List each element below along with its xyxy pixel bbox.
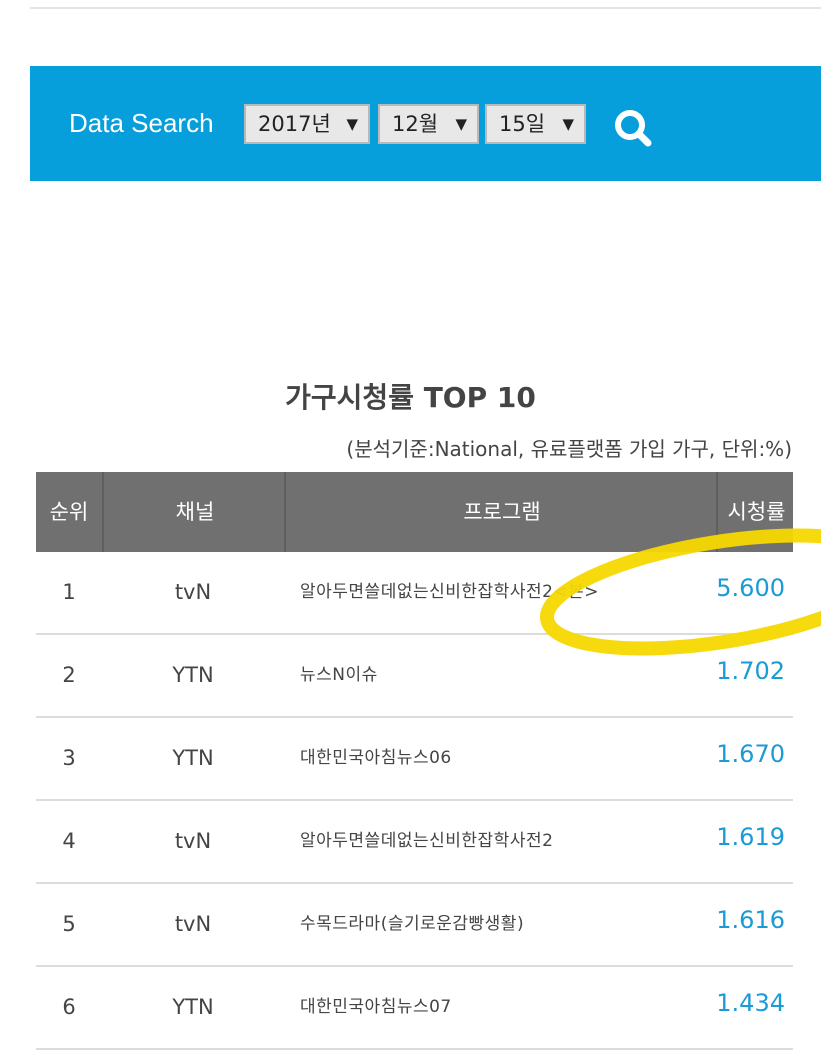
ratings-table: 순위 채널 프로그램 시청률 1 tvN 알아두면쓸데없는신비한잡학사전2<본>… — [36, 472, 793, 1050]
channel-cell: YTN — [172, 995, 214, 1019]
month-select[interactable]: 12월 ▼ — [378, 104, 479, 144]
header-rating: 시청률 — [716, 472, 795, 552]
rank-cell: 6 — [62, 995, 76, 1019]
rank-cell: 3 — [62, 746, 76, 770]
table-row: 5 tvN 수목드라마(슬기로운감빵생활) 1.616 — [36, 884, 793, 967]
rank-cell: 2 — [62, 663, 76, 687]
analysis-criteria-note: (분석기준:National, 유료플랫폼 가입 가구, 단위:%) — [346, 437, 792, 461]
header-rank: 순위 — [49, 500, 89, 524]
table-row: 1 tvN 알아두면쓸데없는신비한잡학사전2<본> 5.600 — [36, 552, 793, 635]
rating-cell: 1.670 — [716, 740, 785, 768]
table-header: 순위 채널 프로그램 시청률 — [36, 472, 793, 552]
rank-cell: 5 — [62, 912, 76, 936]
top-divider — [30, 7, 821, 9]
table-row: 6 YTN 대한민국아침뉴스07 1.434 — [36, 967, 793, 1050]
rank-cell: 1 — [62, 580, 76, 604]
chevron-down-icon: ▼ — [346, 115, 358, 133]
channel-cell: tvN — [174, 580, 212, 604]
channel-cell: tvN — [174, 829, 212, 853]
channel-cell: YTN — [172, 663, 214, 687]
day-select[interactable]: 15일 ▼ — [485, 104, 586, 144]
rating-cell: 1.616 — [716, 906, 785, 934]
header-program: 프로그램 — [284, 472, 718, 552]
search-icon — [615, 110, 652, 147]
program-cell: 알아두면쓸데없는신비한잡학사전2 — [300, 831, 554, 851]
header-channel: 채널 — [102, 472, 286, 552]
program-cell: 수목드라마(슬기로운감빵생활) — [300, 914, 525, 934]
program-cell: 대한민국아침뉴스06 — [300, 748, 452, 768]
day-select-value: 15일 — [499, 112, 546, 136]
program-cell: 뉴스N이슈 — [300, 665, 378, 685]
data-search-bar: Data Search 2017년 ▼ 12월 ▼ 15일 ▼ — [30, 66, 821, 181]
rating-cell: 1.434 — [716, 989, 785, 1017]
search-button[interactable] — [610, 108, 658, 148]
program-cell: 알아두면쓸데없는신비한잡학사전2<본> — [300, 582, 600, 602]
rating-cell: 1.702 — [716, 657, 785, 685]
table-row: 4 tvN 알아두면쓸데없는신비한잡학사전2 1.619 — [36, 801, 793, 884]
chevron-down-icon: ▼ — [562, 115, 574, 133]
data-search-label: Data Search — [69, 108, 214, 138]
month-select-value: 12월 — [392, 112, 439, 136]
program-cell: 대한민국아침뉴스07 — [300, 997, 452, 1017]
chevron-down-icon: ▼ — [455, 115, 467, 133]
table-row: 3 YTN 대한민국아침뉴스06 1.670 — [36, 718, 793, 801]
rank-cell: 4 — [62, 829, 76, 853]
year-select[interactable]: 2017년 ▼ — [244, 104, 370, 144]
rating-cell: 5.600 — [716, 574, 785, 602]
channel-cell: tvN — [174, 912, 212, 936]
rating-cell: 1.619 — [716, 823, 785, 851]
page-title: 가구시청률 TOP 10 — [285, 381, 536, 414]
year-select-value: 2017년 — [258, 112, 331, 136]
channel-cell: YTN — [172, 746, 214, 770]
table-row: 2 YTN 뉴스N이슈 1.702 — [36, 635, 793, 718]
